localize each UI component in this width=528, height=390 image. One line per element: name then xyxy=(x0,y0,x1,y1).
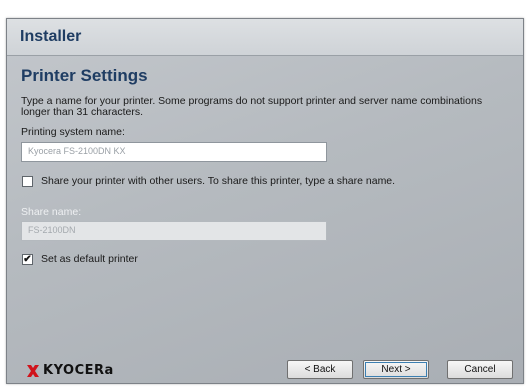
installer-window: Installer Printer Settings Type a name f… xyxy=(6,18,524,384)
next-button[interactable]: Next > xyxy=(363,360,429,379)
share-printer-checkbox[interactable] xyxy=(22,176,33,187)
share-name-label: Share name: xyxy=(21,206,82,218)
window-title: Installer xyxy=(20,28,82,45)
printing-system-name-input[interactable]: Kyocera FS-2100DN KX xyxy=(21,142,327,162)
page-heading: Printer Settings xyxy=(21,66,148,85)
printing-system-name-label: Printing system name: xyxy=(21,126,125,138)
description-text: Type a name for your printer. Some progr… xyxy=(21,95,483,118)
default-printer-checkbox[interactable]: ✔ xyxy=(22,254,33,265)
kyocera-logo-icon xyxy=(27,365,39,377)
cancel-button[interactable]: Cancel xyxy=(447,360,513,379)
back-button[interactable]: < Back xyxy=(287,360,353,379)
title-bar: Installer xyxy=(7,19,523,56)
share-name-input[interactable]: FS-2100DN xyxy=(21,221,327,241)
default-printer-label: Set as default printer xyxy=(41,253,138,265)
kyocera-logo-text: KYOCERa xyxy=(43,363,114,378)
share-printer-label: Share your printer with other users. To … xyxy=(41,175,396,187)
